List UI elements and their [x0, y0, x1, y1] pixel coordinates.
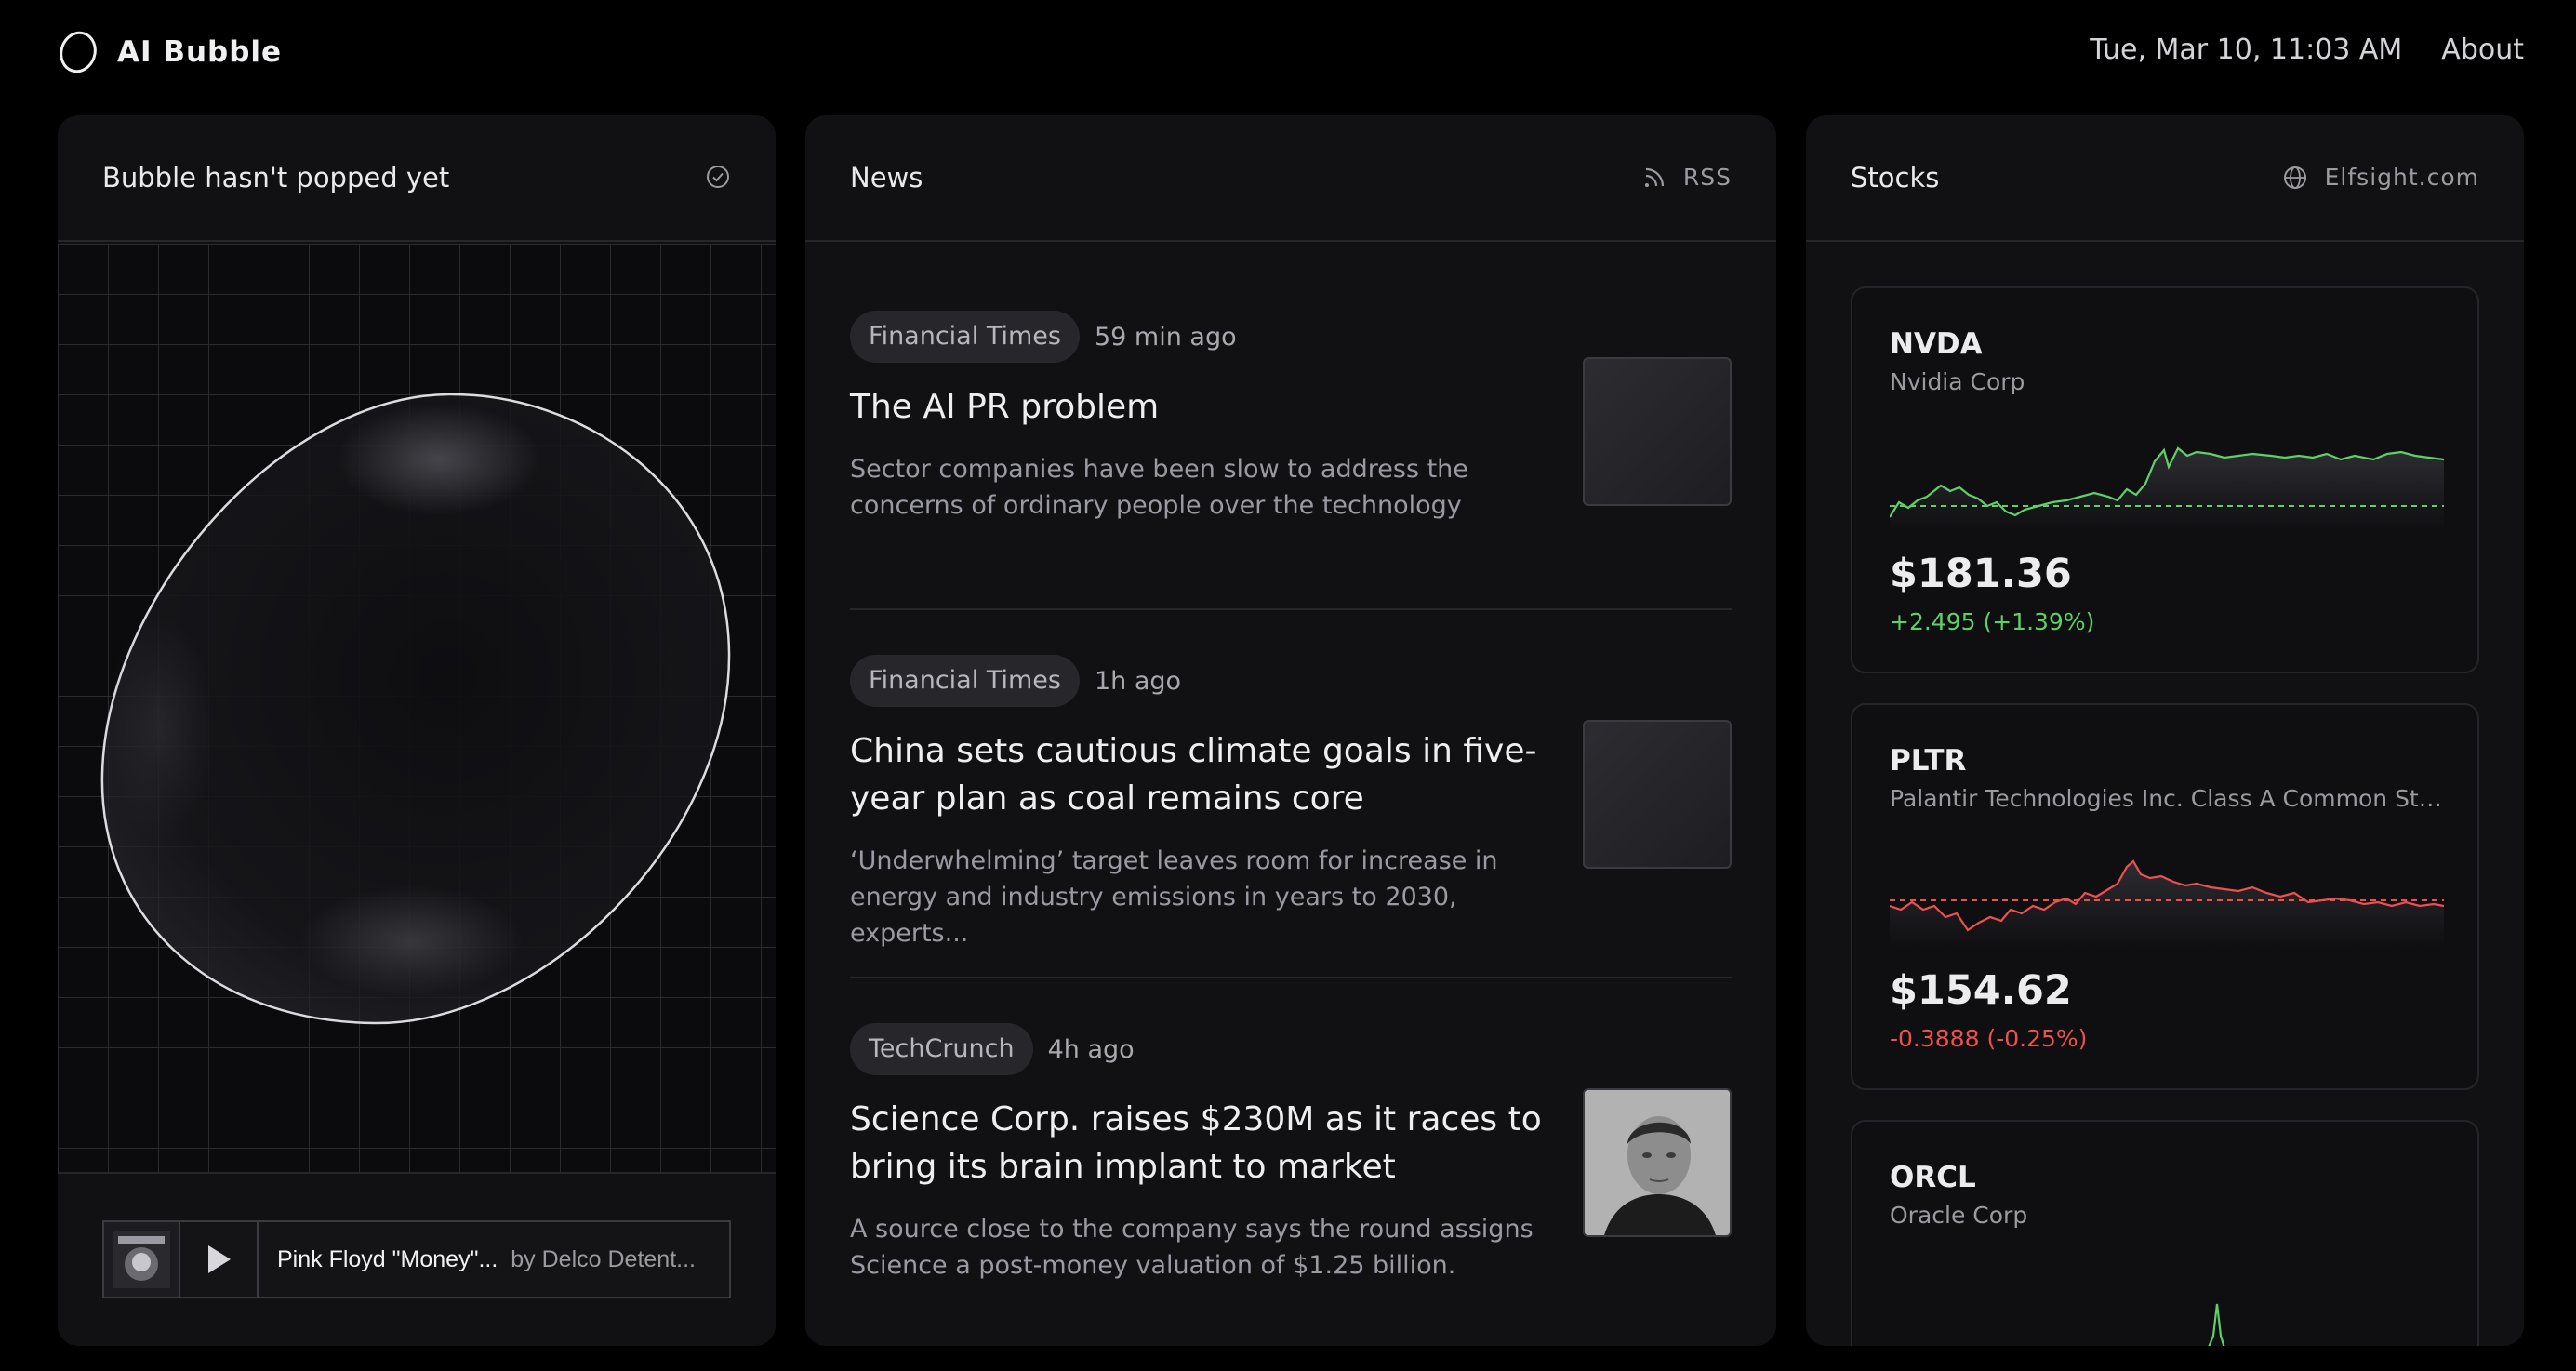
- stock-card-orcl[interactable]: ORCL Oracle Corp: [1851, 1120, 2479, 1346]
- bubble-visualization: [58, 244, 776, 1174]
- bubble-panel-header: Bubble hasn't popped yet: [58, 115, 776, 242]
- rss-label: RSS: [1682, 164, 1732, 191]
- elfsight-label: Elfsight.com: [2324, 164, 2479, 191]
- news-headline[interactable]: China sets cautious climate goals in fiv…: [850, 727, 1557, 822]
- bubble-logo-icon: [60, 31, 97, 73]
- play-button[interactable]: [180, 1222, 259, 1297]
- stock-sparkline: [1890, 446, 2444, 530]
- about-link[interactable]: About: [2441, 33, 2524, 66]
- news-thumbnail: [1583, 720, 1732, 869]
- bubble-status-title: Bubble hasn't popped yet: [102, 162, 450, 193]
- header-datetime: Tue, Mar 10, 11:03 AM: [2090, 33, 2403, 66]
- news-panel-header: News RSS: [805, 115, 1776, 242]
- news-headline[interactable]: The AI PR problem: [850, 383, 1557, 431]
- news-title: News: [850, 162, 923, 193]
- news-item[interactable]: TechCrunch 4h ago Science Corp. raises $…: [850, 978, 1732, 1284]
- news-panel: News RSS Financial Times 59 min ago The …: [805, 115, 1776, 1346]
- stocks-panel: Stocks Elfsight.com NVDA Nvidia Corp $18…: [1806, 115, 2524, 1346]
- album-art: [104, 1222, 180, 1297]
- stock-company-name: Palantir Technologies Inc. Class A Commo…: [1890, 785, 2448, 812]
- album-cover-icon: [113, 1231, 170, 1288]
- check-circle-icon: [707, 166, 729, 188]
- app-logo[interactable]: AI Bubble: [58, 30, 282, 74]
- person-photo-icon: [1585, 1090, 1730, 1235]
- bubble-graphic: [100, 393, 731, 1025]
- news-item[interactable]: Financial Times 1h ago China sets cautio…: [850, 610, 1732, 978]
- stock-price: $181.36: [1890, 551, 2072, 597]
- news-thumbnail: [1583, 357, 1732, 506]
- news-summary: A source close to the company says the r…: [850, 1215, 1534, 1280]
- play-icon: [208, 1245, 231, 1273]
- news-source: Financial Times: [850, 655, 1080, 707]
- news-thumbnail-photo: [1583, 1088, 1732, 1237]
- rss-link[interactable]: RSS: [1642, 164, 1732, 191]
- news-time: 4h ago: [1047, 1034, 1135, 1064]
- stocks-title: Stocks: [1851, 162, 1940, 193]
- stock-sparkline: [1890, 859, 2444, 947]
- news-list: Financial Times 59 min ago The AI PR pro…: [850, 311, 1732, 1284]
- news-summary: ‘Underwhelming’ target leaves room for i…: [850, 846, 1498, 948]
- stock-card-pltr[interactable]: PLTR Palantir Technologies Inc. Class A …: [1851, 703, 2479, 1090]
- track-info[interactable]: Pink Floyd "Money"... by Delco Detent...: [259, 1222, 729, 1297]
- globe-icon: [2283, 166, 2306, 189]
- elfsight-link[interactable]: Elfsight.com: [2282, 164, 2479, 191]
- stock-ticker: NVDA: [1890, 327, 1983, 361]
- stock-company-name: Oracle Corp: [1890, 1202, 2028, 1229]
- stock-card-nvda[interactable]: NVDA Nvidia Corp $181.36 +2.495 (+1.39%): [1851, 286, 2479, 673]
- track-title: Pink Floyd "Money"...: [277, 1245, 498, 1272]
- stock-change: +2.495 (+1.39%): [1890, 608, 2095, 635]
- bubble-panel: Bubble hasn't popped yet Pink Floyd "Mon…: [58, 115, 776, 1346]
- stock-company-name: Nvidia Corp: [1890, 368, 2025, 395]
- stock-ticker: PLTR: [1890, 744, 1967, 778]
- stock-change: -0.3888 (-0.25%): [1890, 1025, 2088, 1052]
- news-headline[interactable]: Science Corp. raises $230M as it races t…: [850, 1096, 1557, 1191]
- music-player: Pink Floyd "Money"... by Delco Detent...: [102, 1220, 731, 1298]
- stock-price: $154.62: [1890, 967, 2072, 1014]
- app-name: AI Bubble: [117, 35, 283, 69]
- rss-icon: [1644, 167, 1664, 187]
- stock-sparkline: [2208, 1303, 2225, 1346]
- news-summary: Sector companies have been slow to addre…: [850, 455, 1468, 520]
- track-artist: by Delco Detent...: [511, 1245, 696, 1272]
- bubble-status-check: [705, 164, 731, 190]
- news-time: 1h ago: [1094, 666, 1182, 696]
- news-time: 59 min ago: [1094, 322, 1237, 352]
- news-source: Financial Times: [850, 311, 1080, 363]
- app-header: AI Bubble Tue, Mar 10, 11:03 AM About: [0, 0, 2576, 104]
- news-source: TechCrunch: [850, 1023, 1033, 1075]
- news-item[interactable]: Financial Times 59 min ago The AI PR pro…: [850, 311, 1732, 610]
- stock-ticker: ORCL: [1890, 1161, 1976, 1194]
- stocks-panel-header: Stocks Elfsight.com: [1806, 115, 2524, 242]
